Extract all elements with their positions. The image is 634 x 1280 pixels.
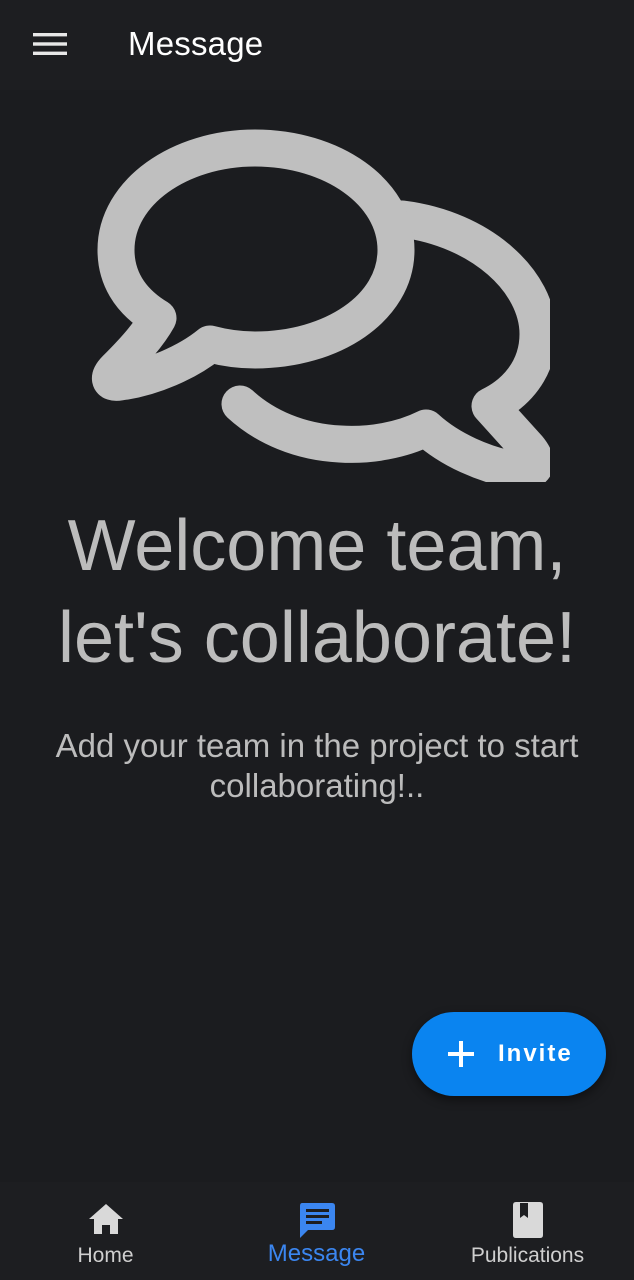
welcome-headline-line2: let's collaborate! [57, 598, 577, 678]
empty-state-description: Add your team in the project to start co… [55, 727, 579, 804]
bottom-navigation: Home Message Publications [0, 1182, 634, 1280]
message-icon [299, 1203, 335, 1238]
home-icon [88, 1204, 123, 1234]
welcome-headline-line1: Welcome team, [67, 506, 567, 586]
invite-button[interactable]: Invite [412, 1012, 606, 1096]
welcome-headline: Welcome team, let's collaborate! [0, 500, 634, 684]
menu-button[interactable] [22, 20, 78, 68]
menu-icon [33, 33, 67, 55]
page-title: Message [128, 25, 264, 62]
nav-item-home-label: Home [77, 1244, 134, 1267]
nav-item-message-label: Message [267, 1240, 366, 1267]
nav-item-publications[interactable]: Publications [422, 1182, 633, 1280]
nav-item-home[interactable]: Home [0, 1182, 211, 1280]
book-icon [512, 1202, 543, 1238]
app-root: Message Welcome team, let's collaborate!… [0, 0, 634, 1280]
top-app-bar: Message [0, 0, 634, 90]
chat-bubbles-icon [92, 129, 550, 482]
nav-item-message[interactable]: Message [211, 1182, 422, 1280]
nav-item-publications-label: Publications [470, 1244, 585, 1267]
invite-button-label: Invite [498, 1040, 573, 1067]
plus-icon [448, 1041, 474, 1067]
